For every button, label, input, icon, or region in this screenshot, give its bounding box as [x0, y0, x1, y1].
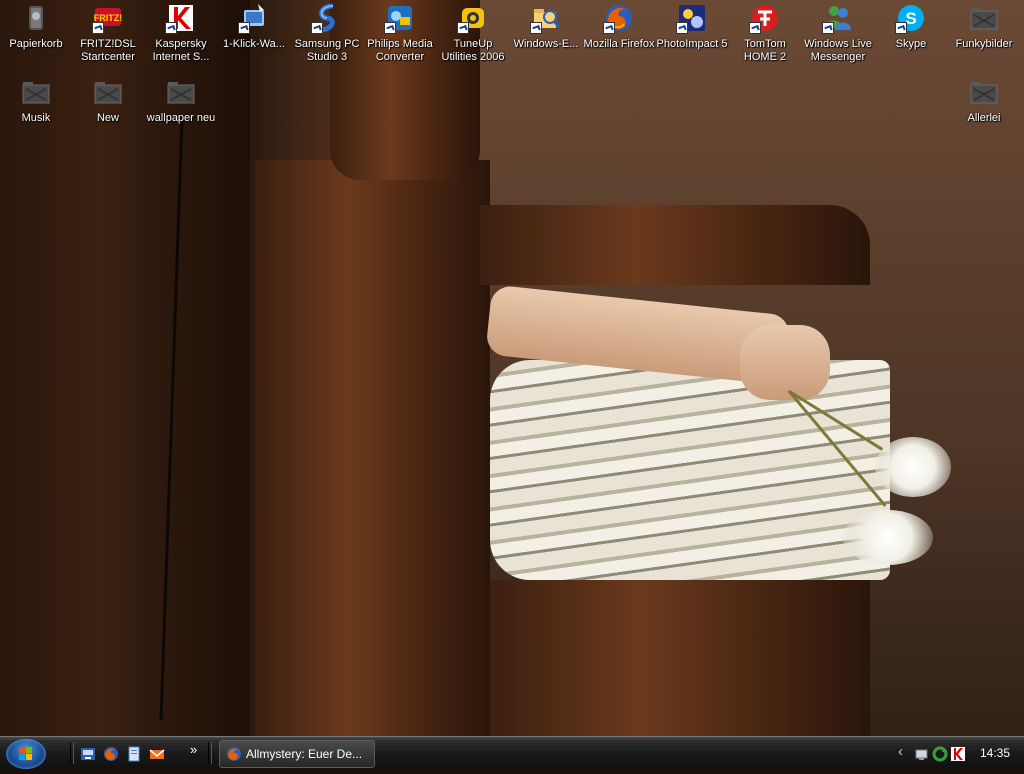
icon-label: Samsung PC Studio 3	[294, 38, 360, 63]
desktop[interactable]: Papierkorb FRITZ! FRITZ!DSL Startcenter …	[0, 0, 1024, 736]
outlook-express-icon[interactable]	[149, 746, 165, 762]
icon-label: PhotoImpact 5	[656, 38, 728, 50]
desktop-icon-photoimpact[interactable]: PhotoImpact 5	[656, 2, 728, 51]
network-icon[interactable]	[914, 746, 930, 762]
skype-icon: S	[895, 2, 927, 34]
folder-icon	[968, 76, 1000, 108]
firefox-icon[interactable]	[103, 746, 119, 762]
taskbar-clock[interactable]: 14:35	[980, 746, 1010, 760]
icon-label: Allerlei	[967, 112, 1001, 124]
folder-icon	[968, 2, 1000, 34]
icon-label: TomTom HOME 2	[743, 38, 787, 63]
quick-launch-more[interactable]: »	[190, 742, 197, 757]
icon-label: FRITZ!DSL Startcenter	[80, 38, 136, 63]
icon-label: Windows-E...	[513, 38, 579, 50]
desktop-icon-windows-explorer[interactable]: Windows-E...	[510, 2, 582, 51]
icon-label: Windows Live Messenger	[804, 38, 872, 63]
folder-icon	[20, 76, 52, 108]
sync-arrows-icon[interactable]	[932, 746, 948, 762]
system-tray: ‹ 14:35	[894, 737, 1024, 769]
tuneup-utilities-icon	[457, 2, 489, 34]
shortcut-arrow-icon	[895, 22, 907, 34]
wallpaper-dandelion	[875, 437, 951, 497]
icon-label: Kaspersky Internet S...	[152, 38, 210, 63]
shortcut-arrow-icon	[384, 22, 396, 34]
philips-media-converter-icon	[384, 2, 416, 34]
desktop-icon-musik[interactable]: Musik	[0, 76, 72, 125]
samsung-pc-studio-icon	[311, 2, 343, 34]
icon-label: New	[96, 112, 119, 124]
desktop-icon-wallpaper-neu[interactable]: wallpaper neu	[145, 76, 217, 125]
wallpaper-hand	[740, 325, 830, 400]
folder-icon	[165, 76, 197, 108]
firefox-icon	[603, 2, 635, 34]
shortcut-arrow-icon	[311, 22, 323, 34]
icon-label: TuneUp Utilities 2006	[441, 38, 505, 63]
tray-expand-button[interactable]: ‹	[898, 743, 903, 760]
desktop-icon-new[interactable]: New	[72, 76, 144, 125]
svg-text:S: S	[905, 9, 916, 28]
kaspersky-icon	[165, 2, 197, 34]
shortcut-arrow-icon	[457, 22, 469, 34]
icon-label: 1-Klick-Wa...	[223, 38, 285, 50]
windows-media-icon[interactable]	[126, 746, 142, 762]
shortcut-arrow-icon	[238, 22, 250, 34]
taskbar: » Allmystery: Euer De... ‹ 14:35	[0, 736, 1024, 769]
folder-icon	[92, 76, 124, 108]
desktop-icon-funkybilder[interactable]: Funkybilder	[948, 2, 1020, 51]
taskbar-button-label: Allmystery: Euer De...	[246, 747, 363, 761]
desktop-icon-firefox[interactable]: Mozilla Firefox	[583, 2, 655, 51]
shortcut-arrow-icon	[165, 22, 177, 34]
icon-label: Funkybilder	[955, 38, 1013, 50]
icon-label: Philips Media Converter	[367, 38, 433, 63]
firefox-icon	[227, 747, 241, 761]
shortcut-arrow-icon	[603, 22, 615, 34]
desktop-icon-philips[interactable]: Philips Media Converter	[364, 2, 436, 64]
fritz-dsl-icon: FRITZ!	[92, 2, 124, 34]
taskbar-separator	[208, 742, 212, 764]
desktop-icon-tuneup[interactable]: TuneUp Utilities 2006	[437, 2, 509, 64]
show-desktop-icon[interactable]	[80, 746, 96, 762]
shortcut-arrow-icon	[822, 22, 834, 34]
taskbar-button-firefox-window[interactable]: Allmystery: Euer De...	[219, 740, 375, 768]
kaspersky-tray-icon[interactable]	[950, 746, 966, 762]
shortcut-arrow-icon	[92, 22, 104, 34]
desktop-icon-windows-live-messenger[interactable]: Windows Live Messenger	[802, 2, 874, 64]
wallpaper-bed-base	[490, 580, 870, 736]
wallpaper-dandelion-2	[843, 510, 933, 565]
icon-label: Papierkorb	[9, 38, 63, 50]
desktop-icon-fritz-dsl[interactable]: FRITZ! FRITZ!DSL Startcenter	[72, 2, 144, 64]
shortcut-arrow-icon	[676, 22, 688, 34]
desktop-icon-skype[interactable]: S Skype	[875, 2, 947, 51]
icon-label: Musik	[21, 112, 51, 124]
taskbar-separator	[70, 742, 74, 764]
icon-label: Skype	[895, 38, 927, 50]
desktop-icon-tomtom[interactable]: TomTom HOME 2	[729, 2, 801, 64]
windows-start-orb-icon	[19, 747, 32, 760]
windows-live-messenger-icon	[822, 2, 854, 34]
desktop-icon-samsung[interactable]: Samsung PC Studio 3	[291, 2, 363, 64]
photoimpact-icon	[676, 2, 708, 34]
pc-maintenance-icon	[238, 2, 270, 34]
start-button[interactable]	[6, 739, 46, 769]
wallpaper-mattress	[490, 360, 890, 580]
desktop-icon-papierkorb[interactable]: Papierkorb	[0, 2, 72, 51]
desktop-icon-kaspersky[interactable]: Kaspersky Internet S...	[145, 2, 217, 64]
tomtom-icon	[749, 2, 781, 34]
shortcut-arrow-icon	[749, 22, 761, 34]
recycle-bin-icon	[20, 2, 52, 34]
desktop-icon-allerlei[interactable]: Allerlei	[948, 76, 1020, 125]
windows-explorer-icon	[530, 2, 562, 34]
icon-label: wallpaper neu	[146, 112, 216, 124]
shortcut-arrow-icon	[530, 22, 542, 34]
wallpaper-bed-frame	[480, 205, 870, 285]
icon-label: Mozilla Firefox	[583, 38, 655, 50]
desktop-icon-1-klick[interactable]: 1-Klick-Wa...	[218, 2, 290, 51]
wallpaper-bed-post	[255, 160, 490, 736]
